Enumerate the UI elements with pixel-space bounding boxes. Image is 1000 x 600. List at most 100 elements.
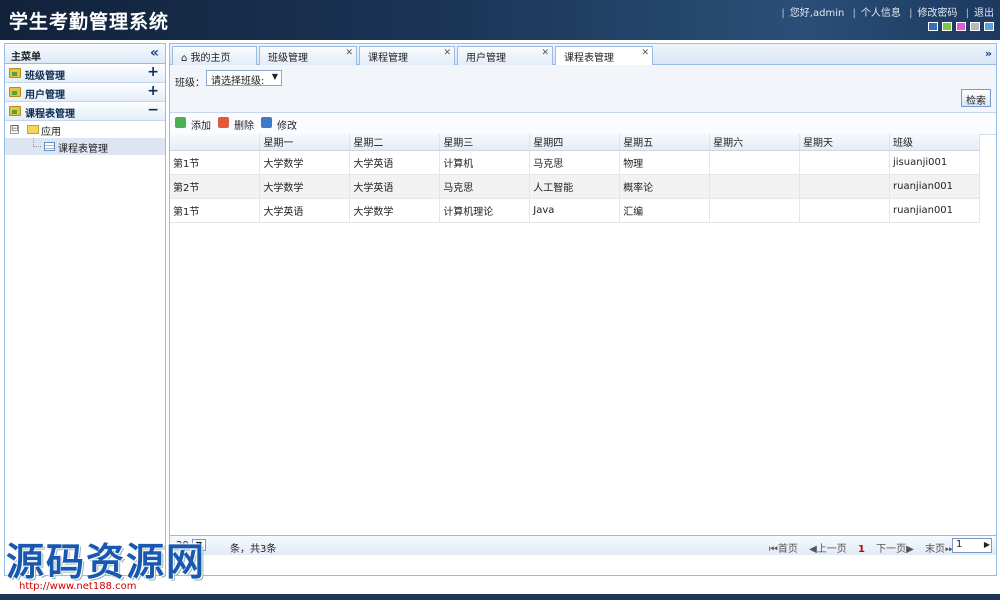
table-cell: 大学数学 <box>259 150 351 175</box>
table-cell: 第1节 <box>170 198 261 223</box>
prev-page-button[interactable]: ◀上一页 <box>809 544 847 555</box>
table-cell: Java <box>529 198 621 223</box>
tree-item-schedule[interactable]: 课程表管理 <box>5 138 165 155</box>
menu-section-label: 班级管理 <box>25 71 65 82</box>
table-cell: 大学英语 <box>349 174 441 199</box>
app-title: 学生考勤管理系统 <box>9 11 170 33</box>
sidebar-header: 主菜单 « <box>5 44 165 64</box>
tab-user[interactable]: 用户管理 ✕ <box>457 46 553 65</box>
table-cell: 概率论 <box>619 174 711 199</box>
grid-toolbar: 添加 删除 修改 <box>170 113 996 135</box>
column-header[interactable]: 星期三 <box>439 134 531 151</box>
column-header[interactable]: 班级 <box>889 134 980 151</box>
table-cell: 大学数学 <box>259 174 351 199</box>
theme-swatch[interactable] <box>928 22 938 31</box>
table-cell <box>799 150 890 175</box>
menu-section-user[interactable]: 用户管理 + <box>5 83 165 102</box>
theme-swatch[interactable] <box>984 22 994 31</box>
schedule-grid: 星期一 星期二 星期三 星期四 星期五 星期六 星期天 班级 第1节 大学数学 … <box>170 134 980 223</box>
edit-button[interactable]: 修改 <box>261 117 297 132</box>
greeting: 您好,admin <box>789 8 845 19</box>
profile-link[interactable]: 个人信息 <box>861 8 901 19</box>
table-cell: 马克思 <box>529 150 621 175</box>
collapse-section-icon[interactable]: − <box>147 102 159 118</box>
change-password-link[interactable]: 修改密码 <box>917 8 957 19</box>
page-number-input[interactable]: 1 ▶ <box>952 538 992 553</box>
table-cell: 大学英语 <box>349 150 441 175</box>
table-cell: 大学数学 <box>349 198 441 223</box>
tab-class[interactable]: 班级管理 ✕ <box>259 46 357 65</box>
go-arrow-icon[interactable]: ▶ <box>984 540 990 549</box>
page-nav: ⏮首页 ◀上一页 1 下一页▶ 末页⏭ <box>761 540 954 555</box>
watermark-url: http://www.net188.com <box>16 581 140 592</box>
close-icon[interactable]: ✕ <box>443 48 451 58</box>
folder-icon <box>9 68 21 78</box>
logout-link[interactable]: 退出 <box>974 8 994 19</box>
tab-schedule[interactable]: 课程表管理 ✕ <box>555 46 653 66</box>
top-links: | 您好,admin | 个人信息 | 修改密码 | 退出 <box>781 8 994 19</box>
table-cell <box>709 150 801 175</box>
tab-bar: ⌂ 我的主页 班级管理 ✕ 课程管理 ✕ 用户管理 ✕ 课程表管理 ✕ » <box>170 44 996 66</box>
tab-scroll-icon[interactable]: » <box>985 47 992 60</box>
expand-icon[interactable]: + <box>147 83 159 99</box>
table-row[interactable]: 第2节 大学数学 大学英语 马克思 人工智能 概率论 ruanjian001 <box>170 174 980 199</box>
chevron-down-icon: ▼ <box>271 72 278 81</box>
collapse-icon[interactable]: « <box>150 45 159 61</box>
table-cell: ruanjian001 <box>889 198 980 223</box>
edit-icon <box>261 117 272 128</box>
open-folder-icon <box>27 125 39 134</box>
table-cell: jisuanji001 <box>889 150 980 175</box>
tree-toggle-icon[interactable]: ⊟ <box>10 125 19 134</box>
table-cell: 马克思 <box>439 174 531 199</box>
table-cell: 第2节 <box>170 174 261 199</box>
folder-icon <box>9 106 21 116</box>
current-page: 1 <box>857 544 865 555</box>
menu-section-schedule[interactable]: 课程表管理 − <box>5 102 165 121</box>
column-header[interactable]: 星期五 <box>619 134 711 151</box>
folder-icon <box>9 87 21 97</box>
column-header[interactable]: 星期六 <box>709 134 801 151</box>
grid-icon <box>44 142 55 151</box>
menu-section-label: 课程表管理 <box>25 109 75 120</box>
last-page-button[interactable]: 末页⏭ <box>925 544 954 555</box>
theme-swatch[interactable] <box>942 22 952 31</box>
total-count: 条，共3条 <box>230 544 277 555</box>
table-cell: ruanjian001 <box>889 174 980 199</box>
table-cell: 大学英语 <box>259 198 351 223</box>
menu-section-label: 用户管理 <box>25 90 65 101</box>
column-header[interactable]: 星期一 <box>259 134 351 151</box>
table-row[interactable]: 第1节 大学数学 大学英语 计算机 马克思 物理 jisuanji001 <box>170 150 980 175</box>
close-icon[interactable]: ✕ <box>641 48 649 58</box>
menu-section-class[interactable]: 班级管理 + <box>5 64 165 83</box>
tree-item-label: 课程表管理 <box>58 144 108 155</box>
theme-switcher <box>928 22 994 31</box>
theme-swatch[interactable] <box>956 22 966 31</box>
menu-tree: ⊟ 应用 课程表管理 <box>5 121 165 155</box>
theme-swatch[interactable] <box>970 22 980 31</box>
table-row[interactable]: 第1节 大学英语 大学数学 计算机理论 Java 汇编 ruanjian001 <box>170 198 980 223</box>
table-cell: 物理 <box>619 150 711 175</box>
sidebar: 主菜单 « 班级管理 + 用户管理 + 课程表管理 − ⊟ 应用 课程表管理 <box>4 43 166 576</box>
search-button[interactable]: 检索 <box>961 89 991 107</box>
pagination-bar: 20 ▼ 条，共3条 ⏮首页 ◀上一页 1 下一页▶ 末页⏭ 1 ▶ <box>170 535 996 555</box>
table-cell <box>709 174 801 199</box>
expand-icon[interactable]: + <box>147 64 159 80</box>
main-panel: ⌂ 我的主页 班级管理 ✕ 课程管理 ✕ 用户管理 ✕ 课程表管理 ✕ » 班级： 请选… <box>169 43 997 576</box>
tab-home[interactable]: ⌂ 我的主页 <box>172 46 257 65</box>
tree-folder[interactable]: ⊟ 应用 <box>5 121 165 138</box>
close-icon[interactable]: ✕ <box>345 48 353 58</box>
column-header[interactable]: 星期天 <box>799 134 890 151</box>
tab-course[interactable]: 课程管理 ✕ <box>359 46 455 65</box>
next-page-button[interactable]: 下一页▶ <box>876 544 914 555</box>
column-header[interactable]: 星期二 <box>349 134 441 151</box>
table-cell: 人工智能 <box>529 174 621 199</box>
delete-button[interactable]: 删除 <box>218 117 254 132</box>
first-page-button[interactable]: ⏮首页 <box>769 544 798 555</box>
grid-header-row: 星期一 星期二 星期三 星期四 星期五 星期六 星期天 班级 <box>170 134 980 151</box>
table-cell <box>709 198 801 223</box>
class-select[interactable]: 请选择班级: ▼ <box>206 70 282 87</box>
column-header[interactable] <box>170 134 261 151</box>
close-icon[interactable]: ✕ <box>541 48 549 58</box>
column-header[interactable]: 星期四 <box>529 134 621 151</box>
add-button[interactable]: 添加 <box>175 117 211 132</box>
